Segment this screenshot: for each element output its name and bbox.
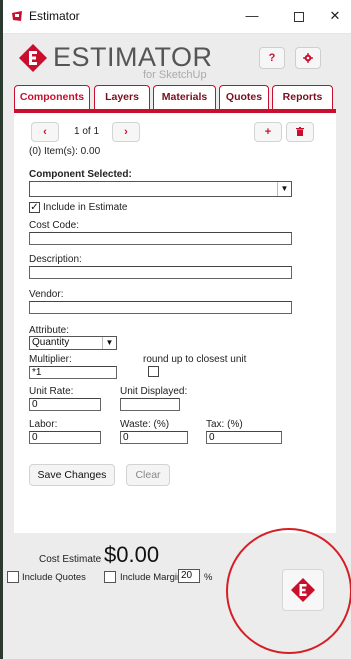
attribute-label: Attribute:: [29, 325, 70, 336]
vendor-label: Vendor:: [29, 289, 64, 300]
tab-materials[interactable]: Materials: [153, 85, 216, 109]
percent-sign: %: [204, 572, 213, 583]
include-margin-checkbox[interactable]: [104, 571, 116, 583]
add-component-button[interactable]: +: [254, 122, 282, 142]
round-up-checkbox[interactable]: [148, 366, 159, 377]
maximize-button[interactable]: [285, 4, 313, 28]
unit-rate-label: Unit Rate:: [29, 386, 74, 397]
estimator-panel: ESTIMATOR for SketchUp ? Components Laye…: [3, 34, 351, 659]
chevron-down-icon: ▼: [102, 337, 116, 349]
maximize-icon: [294, 11, 304, 22]
cost-code-label: Cost Code:: [29, 220, 80, 231]
estimator-logo-icon: [19, 44, 47, 72]
save-changes-button[interactable]: Save Changes: [29, 464, 115, 486]
multiplier-label: Multiplier:: [29, 354, 72, 365]
tax-input[interactable]: 0: [206, 431, 282, 444]
include-in-estimate-label: Include in Estimate: [43, 202, 128, 213]
components-form: ‹ 1 of 1 › + (0) Item(s): 0.00 Component…: [14, 113, 336, 533]
prev-component-button[interactable]: ‹: [31, 122, 59, 142]
attribute-select-value: Quantity: [32, 337, 70, 348]
description-label: Description:: [29, 254, 82, 265]
estimator-app-icon: [12, 11, 22, 21]
component-selected-label: Component Selected:: [29, 169, 132, 180]
labor-label: Labor:: [29, 419, 58, 430]
unit-rate-input[interactable]: 0: [29, 398, 101, 411]
clear-button[interactable]: Clear: [126, 464, 170, 486]
include-quotes-label: Include Quotes: [22, 572, 86, 583]
round-up-label: round up to closest unit: [143, 354, 247, 365]
component-select[interactable]: ▼: [29, 181, 292, 197]
cost-estimate-value: $0.00: [104, 542, 160, 567]
include-margin-label: Include Margin: [120, 572, 183, 583]
cost-estimate-label: Cost Estimate: [39, 554, 102, 565]
gear-icon: [303, 53, 313, 63]
trash-icon: [296, 127, 304, 136]
chevron-down-icon: ▼: [277, 182, 291, 196]
help-button[interactable]: ?: [259, 47, 285, 69]
delete-component-button[interactable]: [286, 122, 314, 142]
minimize-button[interactable]: —: [238, 4, 266, 28]
waste-label: Waste: (%): [120, 419, 170, 430]
margin-percent-input[interactable]: 20: [178, 569, 200, 583]
include-quotes-checkbox[interactable]: [7, 571, 19, 583]
settings-button[interactable]: [295, 47, 321, 69]
include-in-estimate-checkbox[interactable]: ✓: [29, 202, 40, 213]
tab-quotes[interactable]: Quotes: [219, 85, 269, 109]
annotation-highlight-circle: [226, 528, 351, 654]
unit-displayed-label: Unit Displayed:: [120, 386, 188, 397]
unit-displayed-input[interactable]: [120, 398, 180, 411]
pager-position: 1 of 1: [74, 126, 100, 137]
attribute-select[interactable]: Quantity ▼: [29, 336, 117, 350]
next-component-button[interactable]: ›: [112, 122, 140, 142]
tab-components[interactable]: Components: [14, 85, 90, 110]
window-title: Estimator: [29, 9, 80, 23]
vendor-input[interactable]: [29, 301, 292, 314]
waste-input[interactable]: 0: [120, 431, 188, 444]
tab-layers[interactable]: Layers: [94, 85, 150, 109]
cost-code-input[interactable]: [29, 232, 292, 245]
labor-input[interactable]: 0: [29, 431, 101, 444]
tab-bar: Components Layers Materials Quotes Repor…: [14, 85, 336, 110]
tax-label: Tax: (%): [206, 419, 243, 430]
multiplier-input[interactable]: *1: [29, 366, 117, 379]
items-count: (0) Item(s): 0.00: [29, 146, 101, 157]
logo-subtitle: for SketchUp: [143, 69, 207, 81]
description-input[interactable]: [29, 266, 292, 279]
close-button[interactable]: ✕: [321, 4, 349, 28]
tab-reports[interactable]: Reports: [272, 85, 333, 109]
title-bar: Estimator — ✕: [3, 0, 351, 34]
